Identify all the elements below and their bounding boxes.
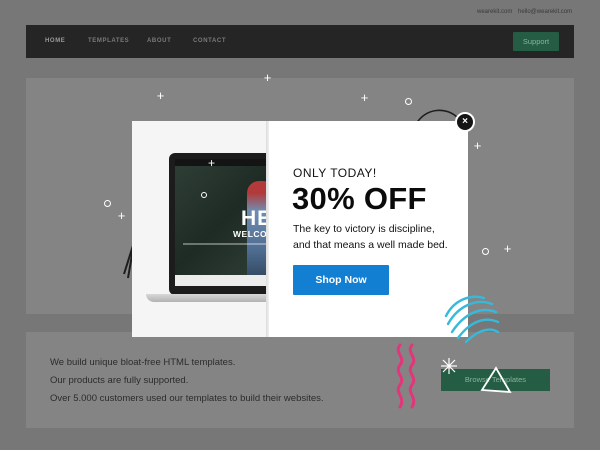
offer-body-line: and that means a well made bed. [293, 239, 448, 251]
popup-preview-panel: HEL WELCOM + [132, 121, 268, 337]
navbar: HOME TEMPLATES ABOUT CONTACT Support [26, 25, 574, 58]
screen-footer-strip [175, 275, 268, 286]
scribble-blue-decoration [444, 295, 500, 344]
circle-icon [482, 248, 489, 255]
plus-icon: + [117, 208, 126, 223]
plus-icon: + [473, 138, 482, 153]
laptop-base [146, 294, 268, 302]
offer-eyebrow: ONLY TODAY! [293, 166, 377, 180]
feature-line: Over 5.000 customers used our templates … [50, 393, 324, 404]
screen-hello-text: HEL [241, 207, 268, 230]
support-button[interactable]: Support [513, 32, 559, 51]
promo-popup: HEL WELCOM + ONLY TODAY! 30% OFF The key… [132, 121, 468, 337]
top-link-site[interactable]: wearekit.com [477, 9, 512, 15]
nav-item-about[interactable]: ABOUT [147, 38, 171, 44]
shop-now-button[interactable]: Shop Now [293, 265, 389, 295]
sparkle-icon [441, 358, 457, 374]
plus-icon: + [360, 90, 369, 105]
screen-subtext [183, 243, 268, 245]
offer-body-line: The key to victory is discipline, [293, 223, 435, 235]
plus-icon: + [207, 156, 215, 170]
screen-nav-bar [175, 159, 268, 166]
offer-headline: 30% OFF [292, 181, 427, 216]
nav-item-contact[interactable]: CONTACT [193, 38, 226, 44]
plus-icon: + [263, 70, 272, 85]
screen-welcome-text: WELCOM [233, 229, 268, 239]
feature-line: We build unique bloat-free HTML template… [50, 357, 236, 368]
circle-icon [104, 200, 111, 207]
squiggle-pink-decoration [396, 343, 416, 409]
top-bar: wearekit.com hello@wearekit.com [0, 0, 600, 22]
plus-icon: + [156, 88, 165, 103]
plus-icon: + [503, 241, 512, 256]
close-icon[interactable]: × [455, 112, 475, 132]
nav-item-templates[interactable]: TEMPLATES [88, 38, 129, 44]
laptop-mockup: HEL WELCOM [169, 153, 268, 295]
top-link-email[interactable]: hello@wearekit.com [518, 9, 572, 15]
popup-content: ONLY TODAY! 30% OFF The key to victory i… [269, 121, 468, 337]
circle-icon [405, 98, 412, 105]
triangle-outline-icon [480, 366, 512, 394]
nav-item-home[interactable]: HOME [45, 38, 65, 44]
feature-line: Our products are fully supported. [50, 375, 189, 386]
circle-icon [201, 192, 207, 198]
laptop-screen: HEL WELCOM [175, 159, 268, 286]
